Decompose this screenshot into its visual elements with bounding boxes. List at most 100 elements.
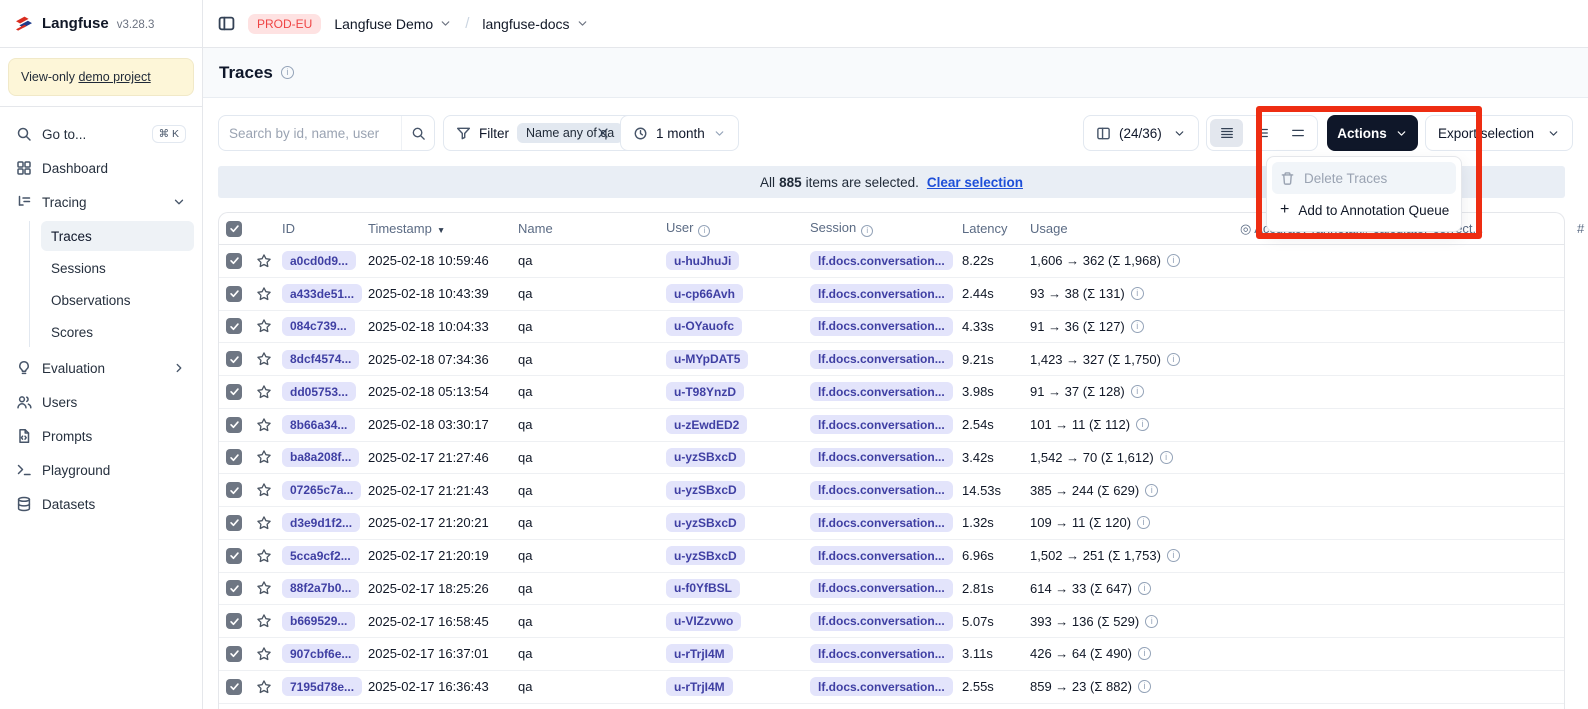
trace-id-badge[interactable]: 8b66a34... bbox=[282, 415, 355, 434]
info-icon[interactable]: i bbox=[1136, 418, 1149, 431]
user-badge[interactable]: u-VIZzvwo bbox=[666, 612, 741, 631]
trace-id-badge[interactable]: dd05753... bbox=[282, 382, 356, 401]
org-switcher[interactable]: Langfuse Demo bbox=[334, 16, 452, 32]
header-user[interactable]: Useri bbox=[666, 220, 810, 237]
table-row[interactable]: 07265c7a... 2025-02-17 21:21:43 qa u-yzS… bbox=[219, 474, 1564, 507]
row-checkbox[interactable] bbox=[226, 417, 242, 433]
table-row[interactable]: 7195d78e... 2025-02-17 16:36:43 qa u-rTr… bbox=[219, 671, 1564, 704]
table-row[interactable]: b669529... 2025-02-17 16:58:45 qa u-VIZz… bbox=[219, 605, 1564, 638]
session-badge[interactable]: lf.docs.conversation... bbox=[810, 382, 953, 401]
sidebar-item-tracing[interactable]: Tracing bbox=[8, 187, 194, 217]
row-checkbox[interactable] bbox=[226, 646, 242, 662]
info-icon[interactable]: i bbox=[1138, 647, 1151, 660]
user-badge[interactable]: u-huJhuJi bbox=[666, 251, 739, 270]
star-icon[interactable] bbox=[256, 253, 282, 269]
row-checkbox[interactable] bbox=[226, 286, 242, 302]
trace-id-badge[interactable]: ba8a208f... bbox=[282, 448, 359, 467]
user-badge[interactable]: u-f0YfBSL bbox=[666, 579, 740, 598]
user-badge[interactable]: u-MYpDAT5 bbox=[666, 350, 748, 369]
row-checkbox[interactable] bbox=[226, 580, 242, 596]
star-icon[interactable] bbox=[256, 613, 282, 629]
session-badge[interactable]: lf.docs.conversation... bbox=[810, 284, 953, 303]
info-icon[interactable]: i bbox=[1167, 549, 1180, 562]
trace-id-badge[interactable]: a0cd0d9... bbox=[282, 251, 356, 270]
row-checkbox[interactable] bbox=[226, 449, 242, 465]
sidebar-item-observations[interactable]: Observations bbox=[41, 285, 194, 315]
sidebar-item-users[interactable]: Users bbox=[8, 387, 194, 417]
table-row[interactable]: ba8a208f... 2025-02-17 21:27:46 qa u-yzS… bbox=[219, 442, 1564, 475]
star-icon[interactable] bbox=[256, 318, 282, 334]
row-height-large-button[interactable] bbox=[1281, 119, 1314, 147]
session-badge[interactable]: lf.docs.conversation... bbox=[810, 579, 953, 598]
trace-id-badge[interactable]: 8dcf4574... bbox=[282, 350, 359, 369]
table-row[interactable]: d3e9d1f2... 2025-02-17 21:20:21 qa u-yzS… bbox=[219, 507, 1564, 540]
row-checkbox[interactable] bbox=[226, 548, 242, 564]
star-icon[interactable] bbox=[256, 482, 282, 498]
star-icon[interactable] bbox=[256, 580, 282, 596]
export-selection-button[interactable]: Export selection bbox=[1425, 115, 1573, 151]
panel-toggle-button[interactable] bbox=[218, 15, 235, 32]
project-switcher[interactable]: langfuse-docs bbox=[482, 16, 588, 32]
row-checkbox[interactable] bbox=[226, 679, 242, 695]
trace-id-badge[interactable]: 907cbf6e... bbox=[282, 644, 359, 663]
row-checkbox[interactable] bbox=[226, 253, 242, 269]
user-badge[interactable]: u-rTrjI4M bbox=[666, 644, 733, 663]
star-icon[interactable] bbox=[256, 417, 282, 433]
clear-filter-button[interactable] bbox=[590, 120, 616, 146]
info-icon[interactable]: i bbox=[1145, 615, 1158, 628]
actions-button[interactable]: Actions bbox=[1327, 115, 1418, 151]
trace-id-badge[interactable]: d3e9d1f2... bbox=[282, 513, 360, 532]
select-all-checkbox[interactable] bbox=[226, 221, 242, 237]
star-icon[interactable] bbox=[256, 351, 282, 367]
session-badge[interactable]: lf.docs.conversation... bbox=[810, 644, 953, 663]
session-badge[interactable]: lf.docs.conversation... bbox=[810, 677, 953, 696]
user-badge[interactable]: u-T98YnzD bbox=[666, 382, 744, 401]
row-checkbox[interactable] bbox=[226, 351, 242, 367]
search-icon[interactable] bbox=[401, 116, 434, 150]
session-badge[interactable]: lf.docs.conversation... bbox=[810, 546, 953, 565]
table-row[interactable]: 88f2a7b0... 2025-02-17 18:25:26 qa u-f0Y… bbox=[219, 573, 1564, 606]
star-icon[interactable] bbox=[256, 548, 282, 564]
goto-button[interactable]: Go to... ⌘ K bbox=[8, 119, 194, 149]
header-session[interactable]: Sessioni bbox=[810, 220, 962, 237]
trace-id-badge[interactable]: a433de51... bbox=[282, 284, 362, 303]
session-badge[interactable]: lf.docs.conversation... bbox=[810, 251, 953, 270]
sidebar-item-dashboard[interactable]: Dashboard bbox=[8, 153, 194, 183]
user-badge[interactable]: u-rTrjI4M bbox=[666, 677, 733, 696]
menu-item-delete-traces[interactable]: Delete Traces bbox=[1272, 162, 1456, 194]
session-badge[interactable]: lf.docs.conversation... bbox=[810, 415, 953, 434]
sidebar-item-prompts[interactable]: Prompts bbox=[8, 421, 194, 451]
info-icon[interactable]: i bbox=[1160, 451, 1173, 464]
row-checkbox[interactable] bbox=[226, 318, 242, 334]
info-icon[interactable]: i bbox=[1131, 320, 1144, 333]
table-row[interactable]: 084c739... 2025-02-18 10:04:33 qa u-OYau… bbox=[219, 311, 1564, 344]
user-badge[interactable]: u-yzSBxcD bbox=[666, 546, 745, 565]
table-row[interactable]: dd05753... 2025-02-18 05:13:54 qa u-T98Y… bbox=[219, 376, 1564, 409]
sidebar-item-datasets[interactable]: Datasets bbox=[8, 489, 194, 519]
trace-id-badge[interactable]: 7195d78e... bbox=[282, 677, 362, 696]
user-badge[interactable]: u-OYauofc bbox=[666, 317, 742, 336]
table-row[interactable]: a0cd0d9... 2025-02-18 10:59:46 qa u-huJh… bbox=[219, 245, 1564, 278]
row-checkbox[interactable] bbox=[226, 515, 242, 531]
star-icon[interactable] bbox=[256, 449, 282, 465]
info-icon[interactable]: i bbox=[1137, 516, 1150, 529]
user-badge[interactable]: u-yzSBxcD bbox=[666, 481, 745, 500]
info-icon[interactable]: i bbox=[281, 66, 294, 79]
clear-selection-link[interactable]: Clear selection bbox=[927, 175, 1023, 190]
user-badge[interactable]: u-yzSBxcD bbox=[666, 448, 745, 467]
info-icon[interactable]: i bbox=[1131, 385, 1144, 398]
row-checkbox[interactable] bbox=[226, 613, 242, 629]
header-latency[interactable]: Latency bbox=[962, 221, 1030, 236]
row-height-small-button[interactable] bbox=[1210, 119, 1243, 147]
demo-project-link[interactable]: demo project bbox=[78, 70, 150, 84]
sidebar-item-sessions[interactable]: Sessions bbox=[41, 253, 194, 283]
session-badge[interactable]: lf.docs.conversation... bbox=[810, 513, 953, 532]
sidebar-item-playground[interactable]: Playground bbox=[8, 455, 194, 485]
user-badge[interactable]: u-yzSBxcD bbox=[666, 513, 745, 532]
header-timestamp[interactable]: Timestamp▼ bbox=[368, 221, 518, 236]
session-badge[interactable]: lf.docs.conversation... bbox=[810, 448, 953, 467]
session-badge[interactable]: lf.docs.conversation... bbox=[810, 350, 953, 369]
menu-item-add-to-annotation-queue[interactable]: + Add to Annotation Queue bbox=[1272, 194, 1456, 226]
header-usage[interactable]: Usage bbox=[1030, 221, 1240, 236]
user-badge[interactable]: u-cp66Avh bbox=[666, 284, 743, 303]
